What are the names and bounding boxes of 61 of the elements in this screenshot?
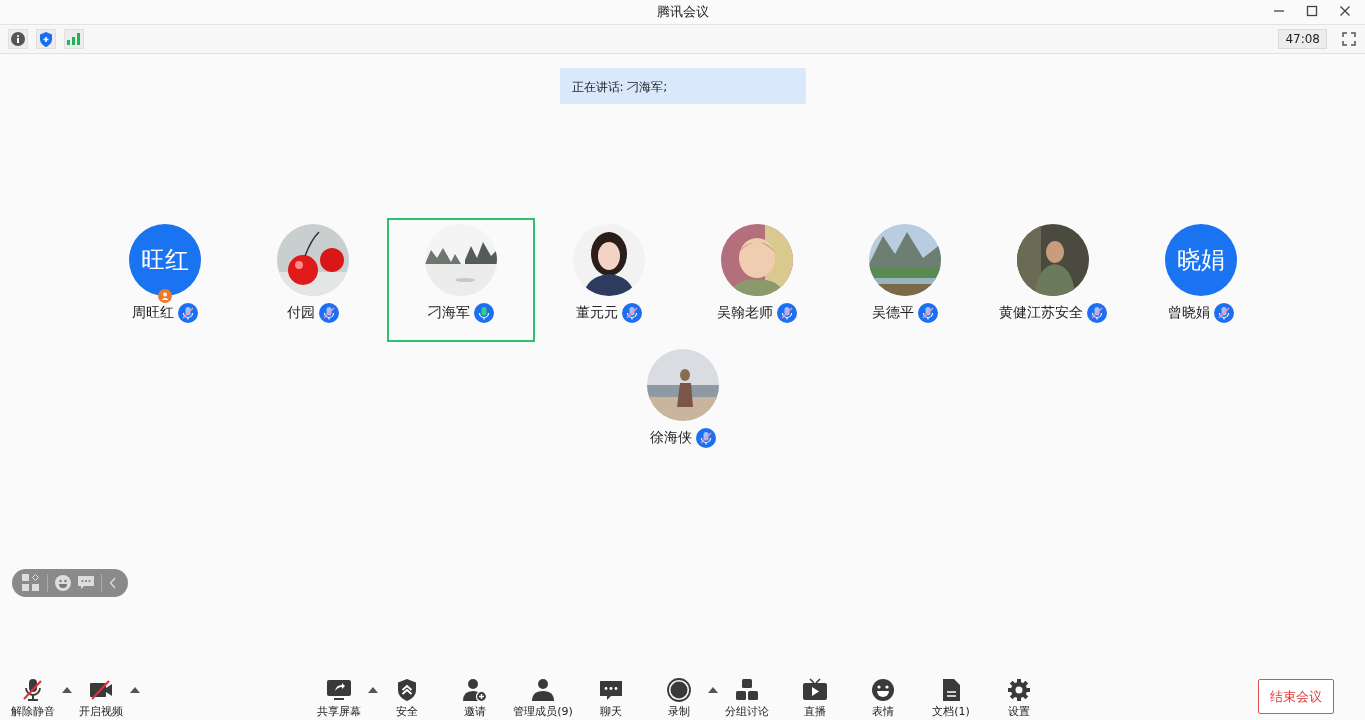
end-meeting-button[interactable]: 结束会议 [1258,679,1334,714]
collapse-icon[interactable] [109,577,117,589]
settings-button[interactable]: 设置 [991,678,1047,719]
participant-name: 周旺红 [131,304,174,322]
shield-icon[interactable] [36,29,56,49]
participant-name: 吴翰老师 [716,304,773,322]
caret-icon[interactable] [130,687,140,693]
participant-name: 刁海军 [427,304,470,322]
participant-name: 吴德平 [871,304,914,322]
participant-name: 付园 [286,304,315,322]
record-button[interactable]: 录制 [651,678,707,719]
documents-button[interactable]: 文档(1) [923,678,979,719]
participant-name: 黄健江苏安全 [998,304,1083,322]
live-button[interactable]: 直播 [787,678,843,719]
participant-name: 徐海侠 [649,429,692,447]
blocks-icon [734,678,760,702]
caret-icon[interactable] [62,687,72,693]
fullscreen-icon[interactable] [1339,29,1359,49]
participant-name: 曾晓娟 [1167,304,1210,322]
record-icon [666,678,692,702]
participant-tile[interactable]: 徐海侠 [608,343,757,467]
members-button[interactable]: 管理成员(9) [515,678,571,719]
reactions-button[interactable]: 表情 [855,678,911,719]
chat-icon [598,678,624,702]
caret-icon[interactable] [708,687,718,693]
participant-tile[interactable]: 旺红 周旺红 [90,218,239,342]
participant-tile[interactable]: 付园 [238,218,387,342]
participant-tile[interactable]: 黄健江苏安全 [978,218,1127,342]
window-title: 腾讯会议 [656,3,709,21]
speaking-banner: 正在讲话: 刁海军; [559,68,806,104]
participant-tile[interactable]: 董元元 [534,218,683,342]
tv-play-icon [802,678,828,702]
add-person-icon [462,678,488,702]
invite-button[interactable]: 邀请 [447,678,503,719]
breakout-button[interactable]: 分组讨论 [719,678,775,719]
camera-off-icon [88,678,114,702]
screen-share-icon [326,678,352,702]
close-icon[interactable] [1339,5,1351,17]
signal-icon[interactable] [64,29,84,49]
smiley-icon[interactable] [55,575,71,591]
participant-tile[interactable]: 吴翰老师 [682,218,831,342]
caret-icon[interactable] [368,687,378,693]
meeting-timer: 47:08 [1278,29,1327,49]
layout-icon[interactable] [22,574,40,592]
participant-name: 董元元 [575,304,618,322]
video-button[interactable]: 开启视频 [73,678,129,719]
settings-icon [1006,678,1032,702]
participant-tile[interactable]: 晓娟 曾晓娟 [1126,218,1275,342]
avatar: 晓娟 [1164,224,1237,296]
participant-tile[interactable]: 吴德平 [830,218,979,342]
chat-icon[interactable] [78,576,94,590]
chat-button[interactable]: 聊天 [583,678,639,719]
share-screen-button[interactable]: 共享屏幕 [311,678,367,719]
person-icon [530,678,556,702]
participant-tile[interactable]: 刁海军 [386,218,535,342]
smiley-icon [870,678,896,702]
info-icon[interactable] [8,29,28,49]
unmute-button[interactable]: 解除静音 [5,678,61,719]
security-button[interactable]: 安全 [379,678,435,719]
maximize-icon[interactable] [1306,5,1318,17]
avatar: 旺红 [128,224,201,296]
